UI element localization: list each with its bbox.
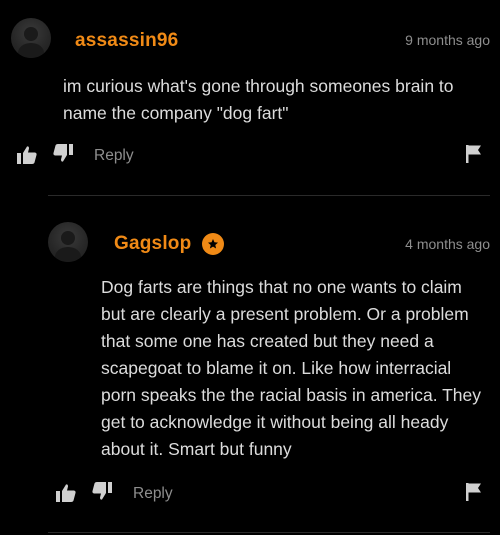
avatar[interactable] bbox=[48, 222, 88, 262]
comment-username[interactable]: assassin96 bbox=[75, 30, 178, 52]
avatar-head bbox=[23, 26, 39, 42]
comment-text: im curious what's gone through someones … bbox=[63, 76, 454, 123]
comment-actions: Reply bbox=[0, 143, 500, 167]
comment-text: Dog farts are things that no one wants t… bbox=[101, 277, 482, 459]
comment-divider bbox=[48, 195, 490, 196]
avatar-body bbox=[18, 42, 44, 58]
comment: assassin96 9 months ago im curious what'… bbox=[0, 0, 500, 200]
reply-button[interactable]: Reply bbox=[133, 485, 173, 503]
thumbs-down-icon[interactable] bbox=[53, 144, 73, 162]
thumbs-up-icon[interactable] bbox=[17, 146, 37, 164]
reply-button[interactable]: Reply bbox=[94, 147, 134, 165]
comment-timestamp: 4 months ago bbox=[405, 236, 490, 252]
avatar-head bbox=[60, 230, 76, 246]
comment-reply: Gagslop 4 months ago Dog farts are thing… bbox=[0, 200, 500, 535]
flag-icon[interactable] bbox=[466, 483, 482, 501]
thumbs-down-icon[interactable] bbox=[92, 482, 112, 500]
flag-icon[interactable] bbox=[466, 145, 482, 163]
star-badge-icon bbox=[202, 233, 224, 255]
comment-username[interactable]: Gagslop bbox=[114, 233, 191, 255]
avatar[interactable] bbox=[11, 18, 51, 58]
comment-divider bbox=[48, 532, 490, 533]
comment-actions: Reply bbox=[0, 481, 500, 505]
avatar-body bbox=[55, 246, 81, 262]
thumbs-up-icon[interactable] bbox=[56, 484, 76, 502]
comment-timestamp: 9 months ago bbox=[405, 32, 490, 48]
